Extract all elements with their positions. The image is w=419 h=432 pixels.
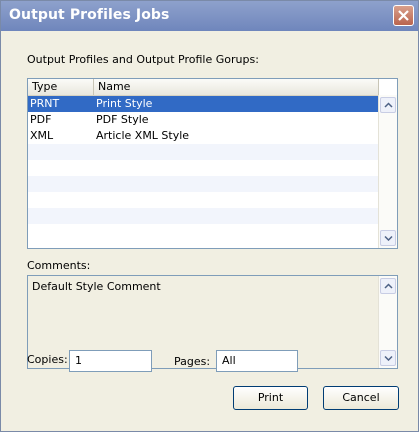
list-row[interactable]: PDF PDF Style <box>28 112 379 128</box>
pages-input[interactable]: All <box>216 350 298 372</box>
empty-row <box>28 208 379 224</box>
row-name: Article XML Style <box>96 129 190 142</box>
scroll-up-button[interactable] <box>380 97 396 113</box>
column-header-name[interactable]: Name <box>94 79 379 95</box>
comments-scroll-up-button[interactable] <box>380 278 396 294</box>
profiles-list-label: Output Profiles and Output Profile Gorup… <box>27 53 259 66</box>
empty-row <box>28 160 379 176</box>
chevron-down-icon <box>384 235 393 241</box>
copies-input[interactable]: 1 <box>69 350 152 372</box>
title-bar[interactable]: Output Profiles Jobs <box>1 1 418 31</box>
comments-scrollbar[interactable] <box>378 276 397 368</box>
chevron-up-icon <box>384 102 393 108</box>
dialog-window: Output Profiles Jobs Output Profiles and… <box>0 0 419 432</box>
chevron-up-icon <box>384 283 393 289</box>
row-type: PRNT <box>30 97 60 110</box>
close-icon <box>398 10 409 21</box>
window-title: Output Profiles Jobs <box>9 7 170 23</box>
profiles-list[interactable]: Type Name PRNT Print Style PDF PDF Style… <box>27 78 398 249</box>
copies-label: Copies: <box>27 353 68 366</box>
comments-scroll-down-button[interactable] <box>380 350 396 366</box>
row-name: PDF Style <box>96 113 149 126</box>
empty-row <box>28 176 379 192</box>
empty-row <box>28 144 379 160</box>
row-type: XML <box>30 129 54 142</box>
print-button[interactable]: Print <box>233 386 308 410</box>
empty-row <box>28 192 379 208</box>
list-row[interactable]: PRNT Print Style <box>28 96 379 112</box>
list-scrollbar[interactable] <box>378 95 397 248</box>
list-header: Type Name <box>28 79 379 96</box>
chevron-down-icon <box>384 355 393 361</box>
column-header-type[interactable]: Type <box>28 79 94 95</box>
pages-label: Pages: <box>174 355 211 368</box>
list-row[interactable]: XML Article XML Style <box>28 128 379 144</box>
close-button[interactable] <box>393 5 414 26</box>
cancel-button[interactable]: Cancel <box>323 386 399 410</box>
comments-label: Comments: <box>27 259 91 272</box>
scroll-down-button[interactable] <box>380 230 396 246</box>
empty-row <box>28 224 379 240</box>
row-name: Print Style <box>96 97 153 110</box>
row-type: PDF <box>30 113 52 126</box>
comments-text: Default Style Comment <box>32 280 161 293</box>
